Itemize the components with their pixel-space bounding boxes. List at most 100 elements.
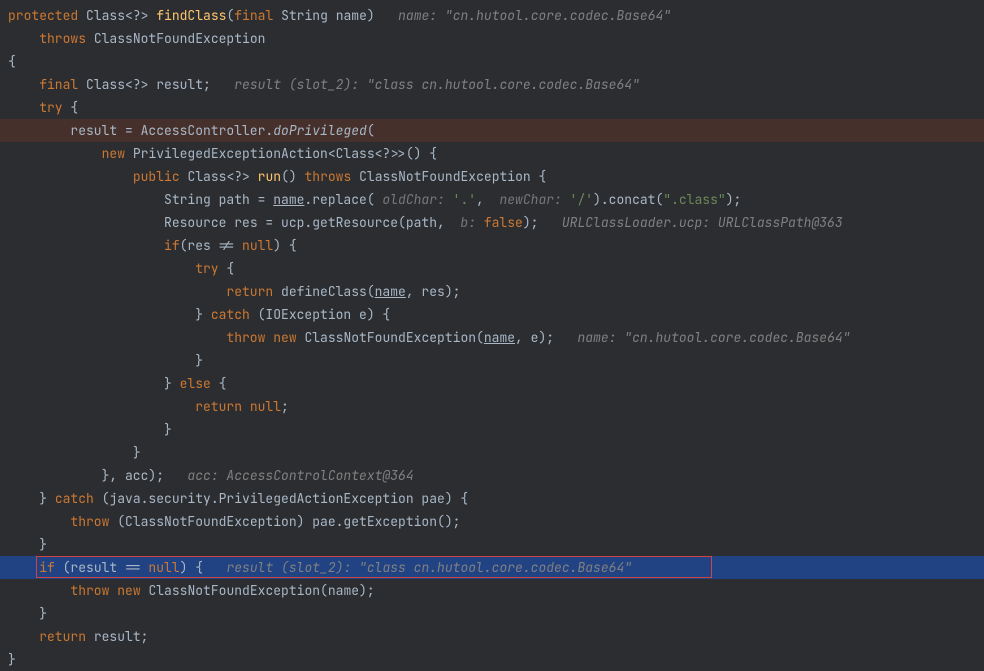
inline-debug-hint: acc: AccessControlContext@364 — [187, 467, 413, 484]
throws-type: ClassNotFoundException — [94, 30, 266, 47]
code-editor[interactable]: protected Class<?> findClass(final Strin… — [0, 4, 984, 671]
brace: } — [39, 536, 47, 553]
keyword-new: new — [273, 329, 296, 346]
code-line: }, acc); acc: AccessControlContext@364 — [0, 464, 984, 487]
code-line: final Class<?> result; result (slot_2): … — [0, 73, 984, 96]
keyword-new: new — [102, 145, 125, 162]
code-line: } catch (IOException e) { — [0, 303, 984, 326]
assign-expr: result = AccessController. — [70, 122, 273, 139]
inline-debug-hint: result (slot_2): "class cn.hutool.core.c… — [234, 76, 640, 93]
keyword-throw: throw — [70, 582, 109, 599]
code-line: } — [0, 648, 984, 671]
keyword-protected: protected — [8, 7, 78, 24]
code-line: } — [0, 441, 984, 464]
code-line: } catch (java.security.PrivilegedActionE… — [0, 487, 984, 510]
replace-call: .replace( — [304, 191, 374, 208]
keyword-try: try — [39, 99, 62, 116]
anon-close: }, acc); — [102, 467, 164, 484]
code-line: } else { — [0, 372, 984, 395]
semi: ; — [281, 398, 289, 415]
brace: } — [39, 605, 47, 622]
catch-clause: (java.security.PrivilegedActionException… — [94, 490, 468, 507]
field-ref-name: name — [484, 329, 515, 346]
keyword-public: public — [133, 168, 180, 185]
code-line: throws ClassNotFoundException — [0, 27, 984, 50]
comma: , — [476, 191, 492, 208]
brace: } — [164, 421, 172, 438]
field-ref-name: name — [375, 283, 406, 300]
param-type: String — [281, 7, 328, 24]
keyword-throws: throws — [39, 30, 86, 47]
inline-debug-hint: name: "cn.hutool.core.codec.Base64" — [398, 7, 671, 24]
resource-decl: Resource res = ucp.getResource(path, — [164, 214, 453, 231]
code-line: Resource res = ucp.getResource(path, b: … — [0, 211, 984, 234]
call-end: , e); — [515, 329, 554, 346]
concat-call: ).concat( — [593, 191, 663, 208]
stmt-end: ); — [726, 191, 742, 208]
keyword-else: else — [180, 375, 211, 392]
code-line: protected Class<?> findClass(final Strin… — [0, 4, 984, 27]
keyword-return: return — [226, 283, 273, 300]
field-ref-name: name — [273, 191, 304, 208]
code-line: throw new ClassNotFoundException(name, e… — [0, 326, 984, 349]
code-line: throw (ClassNotFoundException) pae.getEx… — [0, 510, 984, 533]
keyword-throws: throws — [304, 168, 351, 185]
throws-type: ClassNotFoundException { — [359, 168, 546, 185]
result-decl: Class<?> result; — [86, 76, 211, 93]
code-line: public Class<?> run() throws ClassNotFou… — [0, 165, 984, 188]
code-line: return null; — [0, 395, 984, 418]
keyword-catch: catch — [55, 490, 94, 507]
char-literal: '/' — [570, 191, 593, 208]
keyword-null: null — [250, 398, 281, 415]
throw-expr: ClassNotFoundException( — [297, 329, 484, 346]
code-line: try { — [0, 96, 984, 119]
throw-expr: ClassNotFoundException(name); — [141, 582, 375, 599]
param-name: name — [336, 7, 367, 24]
keyword-throw: throw — [226, 329, 265, 346]
throw-expr: (ClassNotFoundException) pae.getExceptio… — [109, 513, 460, 530]
brace: } — [133, 444, 141, 461]
bool-literal: false — [484, 214, 523, 231]
code-line: } — [0, 602, 984, 625]
keyword-final: final — [234, 7, 273, 24]
code-line: try { — [0, 257, 984, 280]
return-type: Class<?> — [187, 168, 249, 185]
inline-debug-hint: result (slot_2): "class cn.hutool.core.c… — [226, 559, 632, 576]
inline-debug-hint: URLClassLoader.ucp: URLClassPath@363 — [562, 214, 843, 231]
open-paren: ( — [367, 122, 375, 139]
char-literal: '.' — [453, 191, 476, 208]
code-line-highlighted: if (result == null) { result (slot_2): "… — [0, 556, 984, 579]
brace: { — [219, 260, 235, 277]
keyword-if: if — [164, 237, 180, 254]
define-class-call: defineClass( — [273, 283, 374, 300]
code-line-error-bg: result = AccessController.doPrivileged( — [0, 119, 984, 142]
string-literal: ".class" — [663, 191, 725, 208]
call-end: , res); — [406, 283, 461, 300]
code-line: return result; — [0, 625, 984, 648]
parens: () — [281, 168, 297, 185]
string-decl: String path = — [164, 191, 273, 208]
stmt-end: ); — [523, 214, 539, 231]
anon-class-decl: PrivilegedExceptionAction<Class<?>>() { — [125, 145, 437, 162]
code-line: if(res != null) { — [0, 234, 984, 257]
static-method-call: doPrivileged — [273, 122, 367, 139]
code-line: String path = name.replace( oldChar: '.'… — [0, 188, 984, 211]
code-line: new PrivilegedExceptionAction<Class<?>>(… — [0, 142, 984, 165]
keyword-new: new — [117, 582, 140, 599]
keyword-return: return — [39, 628, 86, 645]
keyword-if: if — [39, 559, 55, 576]
inline-debug-hint: name: "cn.hutool.core.codec.Base64" — [577, 329, 850, 346]
keyword-catch: catch — [211, 306, 250, 323]
cond-expr: (res != — [180, 237, 242, 254]
catch-clause: (IOException e) { — [250, 306, 390, 323]
code-line: } — [0, 349, 984, 372]
keyword-throw: throw — [70, 513, 109, 530]
type: Class<?> — [86, 7, 148, 24]
param-hint-oldchar: oldChar: — [375, 191, 453, 208]
keyword-try: try — [195, 260, 218, 277]
code-line: return defineClass(name, res); — [0, 280, 984, 303]
code-line: throw new ClassNotFoundException(name); — [0, 579, 984, 602]
return-expr: result; — [86, 628, 148, 645]
code-line: } — [0, 533, 984, 556]
keyword-return: return — [195, 398, 242, 415]
